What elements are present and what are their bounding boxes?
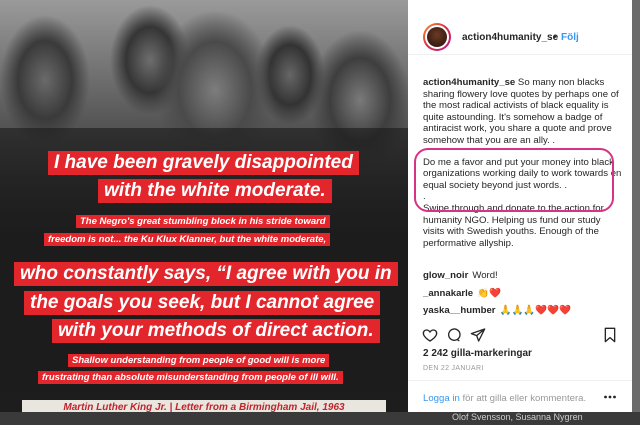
comment-icon[interactable] — [446, 327, 462, 343]
post-date: DEN 22 JANUARI — [423, 365, 484, 372]
quote-big-line-5: with your methods of direct action. — [52, 319, 380, 343]
comment-2-user[interactable]: _annakarle — [423, 288, 473, 299]
comment-2-text: 👏❤️ — [477, 288, 502, 299]
post-image[interactable]: I have been gravely disappointed with th… — [0, 0, 408, 412]
comment-3-user[interactable]: yaska__humber — [423, 305, 496, 316]
username-link[interactable]: action4humanity_se — [462, 32, 558, 43]
comment-1-user[interactable]: glow_noir — [423, 270, 468, 281]
background-strip: Olof Svensson, Susanna Nygren — [0, 412, 640, 425]
quote-big-line-2: with the white moderate. — [98, 179, 332, 203]
avatar-image — [427, 27, 447, 47]
login-link[interactable]: Logga in — [423, 393, 460, 404]
login-prompt: Logga in för att gilla eller kommentera. — [408, 380, 632, 413]
quote-big-line-1: I have been gravely disappointed — [48, 151, 359, 175]
quote-big-line-4: the goals you seek, but I cannot agree — [24, 291, 381, 315]
post-sidebar: action4humanity_se • Följ action4humanit… — [408, 0, 632, 412]
quote-small-line-4: frustrating than absolute misunderstandi… — [38, 371, 343, 384]
quote-attribution-bar: Martin Luther King Jr. | Letter from a B… — [22, 400, 386, 412]
bookmark-icon[interactable] — [602, 327, 618, 343]
ellipsis-icon[interactable] — [604, 394, 616, 400]
share-icon[interactable] — [470, 327, 486, 343]
heart-icon[interactable] — [422, 327, 438, 343]
quote-small-line-1: The Negro's great stumbling block in his… — [76, 215, 330, 228]
avatar[interactable] — [423, 23, 451, 51]
comment-2: _annakarle 👏❤️ — [423, 288, 501, 299]
quote-small-line-2: freedom is not... the Ku Klux Klanner, b… — [44, 233, 331, 246]
follow-button[interactable]: Följ — [561, 32, 579, 43]
comment-3: yaska__humber 🙏🙏🙏❤️❤️❤️ — [423, 305, 571, 316]
quote-attribution: Martin Luther King Jr. | Letter from a B… — [63, 402, 345, 412]
background-partial-text: Olof Svensson, Susanna Nygren — [452, 412, 583, 422]
comment-1-text: Word! — [472, 270, 498, 281]
post-header: action4humanity_se • Följ — [408, 0, 632, 55]
action-bar — [420, 327, 620, 345]
comment-1: glow_noir Word! — [423, 270, 498, 281]
separator-dot: • — [553, 32, 557, 43]
post-modal: I have been gravely disappointed with th… — [0, 0, 632, 412]
quote-big-line-3: who constantly says, “I agree with you i… — [14, 262, 398, 286]
caption-username[interactable]: action4humanity_se — [423, 77, 515, 88]
login-text: för att gilla eller kommentera. — [459, 393, 587, 404]
highlight-circle — [414, 148, 614, 212]
like-count[interactable]: 2 242 gilla-markeringar — [423, 348, 532, 359]
comment-3-text: 🙏🙏🙏❤️❤️❤️ — [499, 305, 572, 316]
quote-small-line-3: Shallow understanding from people of goo… — [68, 354, 330, 367]
